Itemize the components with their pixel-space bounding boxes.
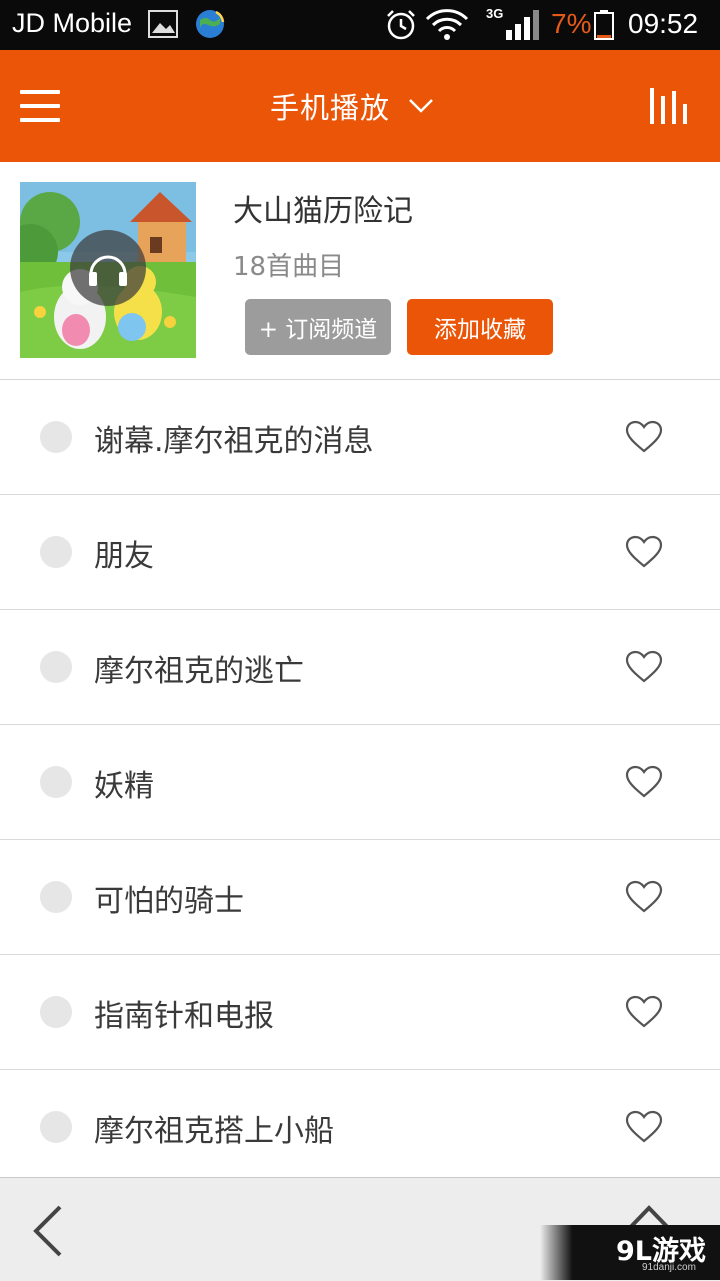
menu-icon [20, 90, 60, 94]
heart-icon[interactable] [625, 420, 663, 454]
select-radio[interactable] [40, 651, 72, 683]
image-icon [148, 10, 178, 38]
clock: 09:52 [628, 8, 699, 39]
watermark-domain: 91danji.com [642, 1262, 696, 1273]
heart-icon[interactable] [625, 995, 663, 1029]
headphones-icon [89, 255, 127, 286]
track-row[interactable]: 摩尔祖克的逃亡 [0, 610, 720, 725]
track-list: 谢幕.摩尔祖克的消息 朋友 摩尔祖克的逃亡 妖精 可怕的骑士 指南针和电报 摩尔… [0, 380, 720, 1184]
track-row[interactable]: 指南针和电报 [0, 955, 720, 1070]
heart-icon[interactable] [625, 535, 663, 569]
subscribe-button[interactable]: + 订阅频道 [245, 299, 391, 355]
track-title: 妖精 [94, 769, 154, 804]
track-title: 谢幕.摩尔祖克的消息 [94, 424, 374, 459]
add-favorite-button[interactable]: 添加收藏 [407, 299, 553, 355]
select-radio[interactable] [40, 536, 72, 568]
carrier-name: JD Mobile [12, 8, 133, 38]
signal-icon [506, 10, 539, 40]
track-row[interactable]: 妖精 [0, 725, 720, 840]
battery-percent: 7% [551, 8, 592, 39]
battery-icon [594, 10, 614, 40]
track-title: 朋友 [94, 539, 154, 574]
select-radio[interactable] [40, 996, 72, 1028]
select-radio[interactable] [40, 421, 72, 453]
select-radio[interactable] [40, 1111, 72, 1143]
track-row[interactable]: 可怕的骑士 [0, 840, 720, 955]
album-header: 大山猫历险记 18首曲目 + 订阅频道 添加收藏 [0, 162, 720, 380]
app-bar: 手机播放 [0, 50, 720, 162]
globe-sync-icon [196, 10, 225, 38]
wifi-icon [425, 9, 469, 40]
alarm-icon [387, 10, 415, 40]
track-title: 摩尔祖克的逃亡 [94, 654, 304, 689]
album-title: 大山猫历险记 [233, 194, 413, 229]
track-title: 指南针和电报 [94, 999, 274, 1034]
select-radio[interactable] [40, 766, 72, 798]
source-selector[interactable]: 手机播放 [270, 84, 434, 128]
select-radio[interactable] [40, 881, 72, 913]
track-title: 可怕的骑士 [94, 884, 244, 919]
heart-icon[interactable] [625, 880, 663, 914]
track-row[interactable]: 摩尔祖克搭上小船 [0, 1070, 720, 1184]
track-title: 摩尔祖克搭上小船 [94, 1114, 334, 1149]
chevron-down-icon [409, 99, 433, 113]
heart-icon[interactable] [625, 650, 663, 684]
network-type: 3G [486, 6, 504, 21]
back-arrow-icon[interactable] [30, 1204, 66, 1258]
page-title: 手机播放 [270, 91, 391, 125]
menu-button[interactable] [20, 88, 62, 124]
heart-icon[interactable] [625, 1110, 663, 1144]
heart-icon[interactable] [625, 765, 663, 799]
album-cover[interactable] [20, 182, 196, 358]
status-bar: JD Mobile 3G 7% 09:52 [0, 0, 720, 50]
equalizer-icon[interactable] [646, 86, 692, 126]
track-count: 18首曲目 [233, 252, 345, 282]
track-row[interactable]: 谢幕.摩尔祖克的消息 [0, 380, 720, 495]
track-row[interactable]: 朋友 [0, 495, 720, 610]
